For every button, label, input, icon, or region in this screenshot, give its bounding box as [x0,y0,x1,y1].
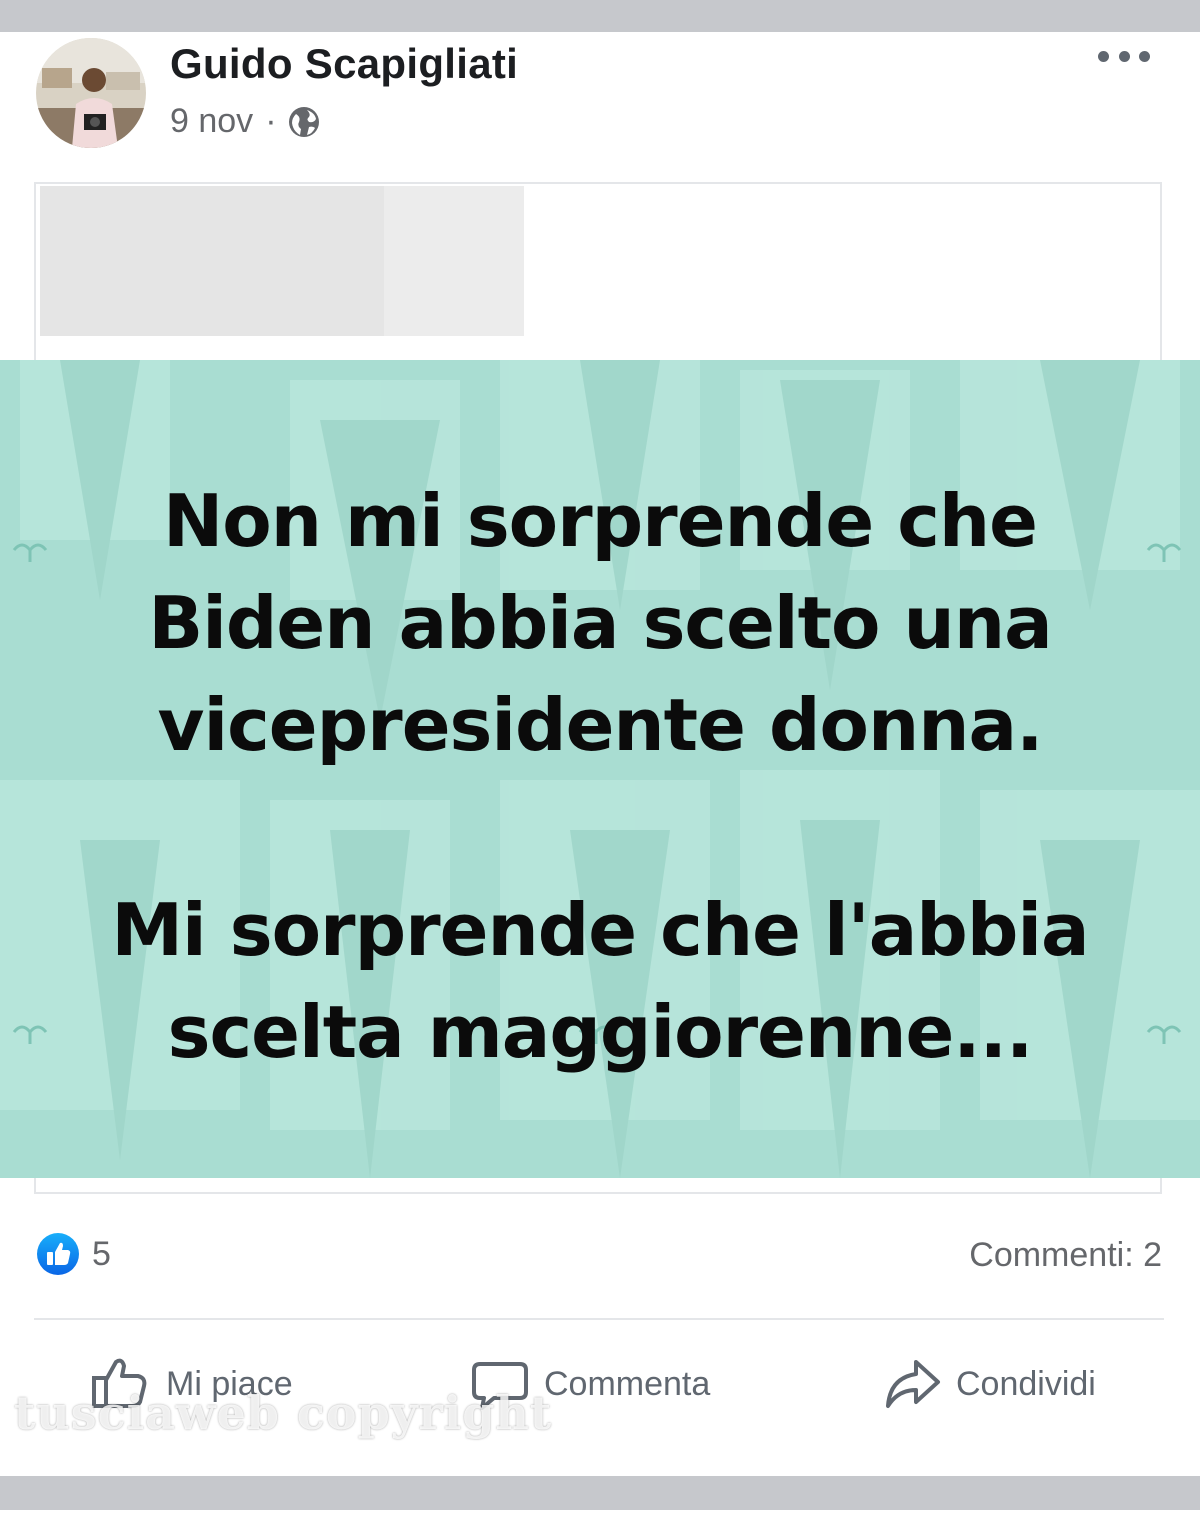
comment-icon [472,1362,528,1410]
reactions-summary[interactable]: 5 [36,1232,111,1276]
like-button[interactable]: Mi piace [88,1352,293,1416]
share-label: Condividi [956,1364,1096,1403]
author-name[interactable]: Guido Scapigliati [170,40,518,88]
blurred-region [384,186,524,336]
caption-line: scelta maggiorenne... [167,990,1034,1074]
thumbs-up-icon [92,1358,147,1408]
next-card-edge [0,1510,1200,1528]
bottom-separator [0,1476,1200,1510]
caption-line: Non mi sorprende che [163,479,1038,563]
post-date[interactable]: 9 nov [170,102,253,141]
comment-button[interactable]: Commenta [470,1352,710,1416]
blurred-region [40,186,384,336]
image-caption-text: Non mi sorprende che Biden abbia scelto … [0,470,1200,1083]
post-meta: 9 nov · [170,102,321,141]
globe-icon [288,106,319,137]
avatar[interactable] [36,38,146,148]
comment-label: Commenta [544,1364,711,1403]
caption-line: vicepresidente donna. [157,683,1044,767]
like-count: 5 [92,1234,111,1273]
like-label: Mi piace [166,1364,293,1403]
top-separator [0,0,1200,32]
caption-line: Mi sorprende che l'abbia [111,888,1089,972]
comments-count[interactable]: Commenti: 2 [969,1236,1162,1275]
share-arrow-icon [886,1360,940,1408]
more-options-icon[interactable] [1098,44,1150,68]
divider [34,1318,1164,1320]
post-image[interactable]: Non mi sorprende che Biden abbia scelto … [0,360,1200,1178]
caption-line: Biden abbia scelto una [148,581,1052,665]
share-button[interactable]: Condividi [882,1352,1096,1416]
meta-separator: · [265,102,277,140]
like-reaction-icon [37,1233,79,1275]
